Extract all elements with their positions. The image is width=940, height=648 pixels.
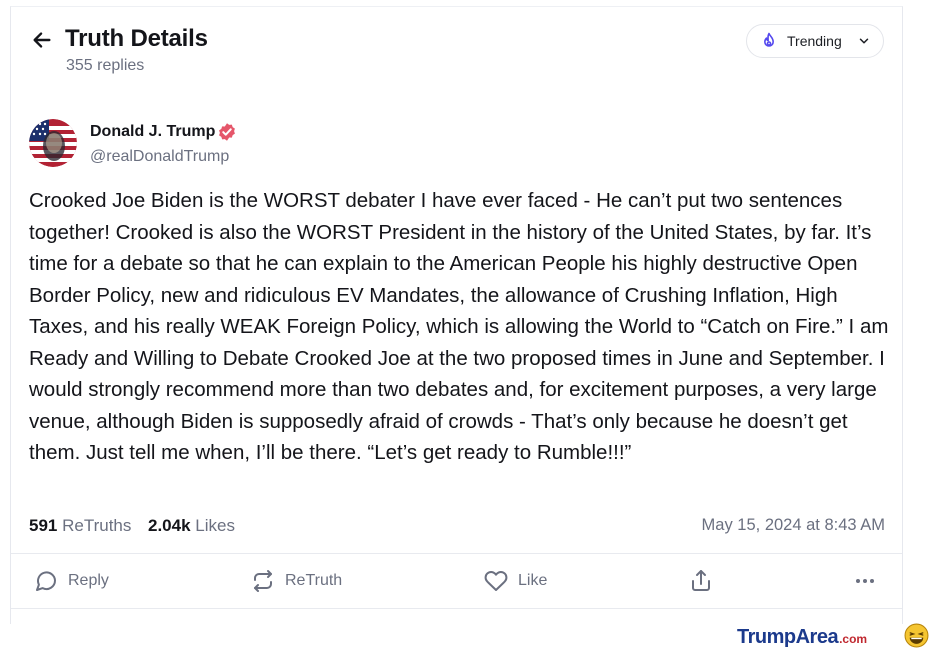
likes-stat[interactable]: 2.04k Likes (148, 516, 235, 536)
likes-count: 2.04k (148, 516, 191, 535)
avatar[interactable] (29, 119, 77, 167)
verified-badge-icon (217, 122, 237, 142)
reply-label: Reply (68, 572, 109, 589)
like-label: Like (518, 572, 548, 589)
trending-label: Trending (787, 33, 842, 49)
post-stats: 591 ReTruths 2.04k Likes May 15, 2024 at… (29, 516, 885, 540)
retruth-button[interactable]: ReTruth (250, 568, 342, 594)
post-body: Crooked Joe Biden is the WORST debater I… (29, 189, 889, 464)
author-handle[interactable]: @realDonaldTrump (90, 148, 229, 166)
retruths-label: ReTruths (62, 516, 132, 535)
more-horizontal-icon (856, 579, 874, 583)
divider (11, 608, 902, 609)
retruth-label: ReTruth (285, 572, 343, 589)
replies-count: 355 replies (66, 57, 145, 74)
watermark-logo: TrumpArea.com (737, 622, 937, 648)
truth-details-card: Truth Details 355 replies Trending Donal… (10, 6, 903, 624)
likes-label: Likes (195, 516, 235, 535)
reply-button[interactable]: Reply (33, 568, 109, 594)
retruth-icon (254, 570, 272, 592)
author-name[interactable]: Donald J. Trump (90, 123, 215, 141)
like-button[interactable]: Like (483, 568, 547, 594)
arrow-left-icon (33, 32, 51, 48)
retruths-count: 591 (29, 516, 58, 535)
retruths-stat[interactable]: 591 ReTruths (29, 516, 131, 536)
post-author[interactable]: Donald J. Trump @realDonaldTrump (29, 119, 429, 169)
trending-dropdown[interactable]: Trending (746, 24, 884, 58)
page-title: Truth Details (65, 25, 208, 52)
laughing-emoji-icon (904, 623, 929, 648)
more-options-button[interactable] (852, 568, 887, 594)
reply-icon (36, 571, 56, 591)
chevron-down-icon (859, 38, 869, 44)
share-button[interactable] (688, 568, 723, 594)
share-icon (692, 570, 710, 591)
post-date: May 15, 2024 at 8:43 AM (701, 516, 885, 534)
flame-icon (764, 32, 774, 47)
back-button[interactable] (29, 27, 55, 53)
page-header: Truth Details 355 replies Trending (11, 7, 902, 97)
heart-icon (484, 571, 508, 591)
divider (11, 553, 902, 554)
action-bar: Reply ReTruth Like (11, 555, 902, 609)
watermark-brand: TrumpArea.com (737, 626, 868, 648)
